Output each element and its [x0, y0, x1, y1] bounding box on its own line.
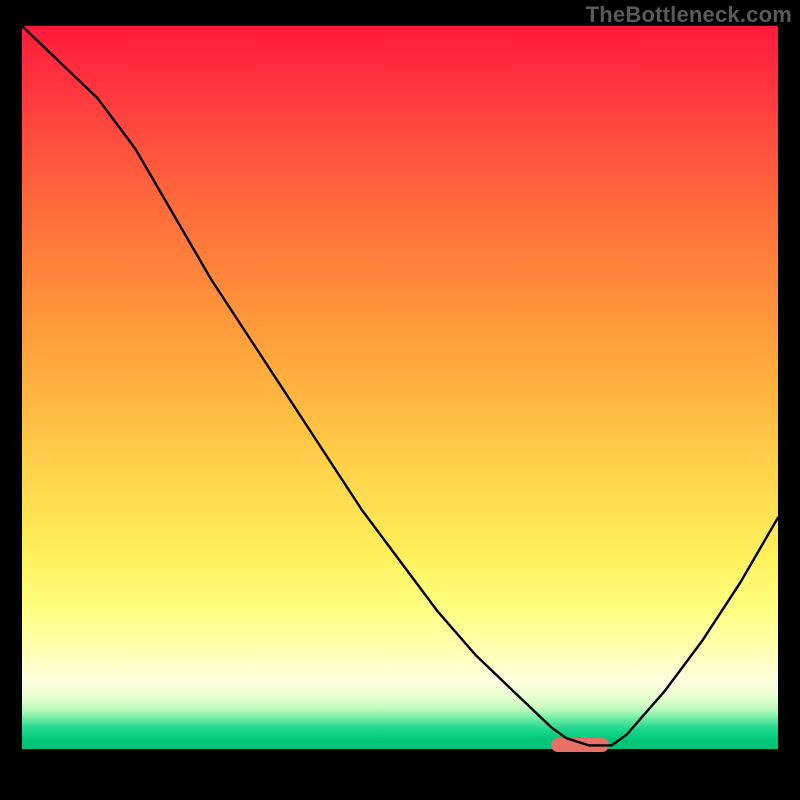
plot-area [22, 26, 778, 778]
watermark-text: TheBottleneck.com [586, 2, 792, 28]
bottleneck-curve [22, 26, 778, 778]
chart-frame: TheBottleneck.com [0, 0, 800, 800]
curve-path [22, 26, 778, 745]
